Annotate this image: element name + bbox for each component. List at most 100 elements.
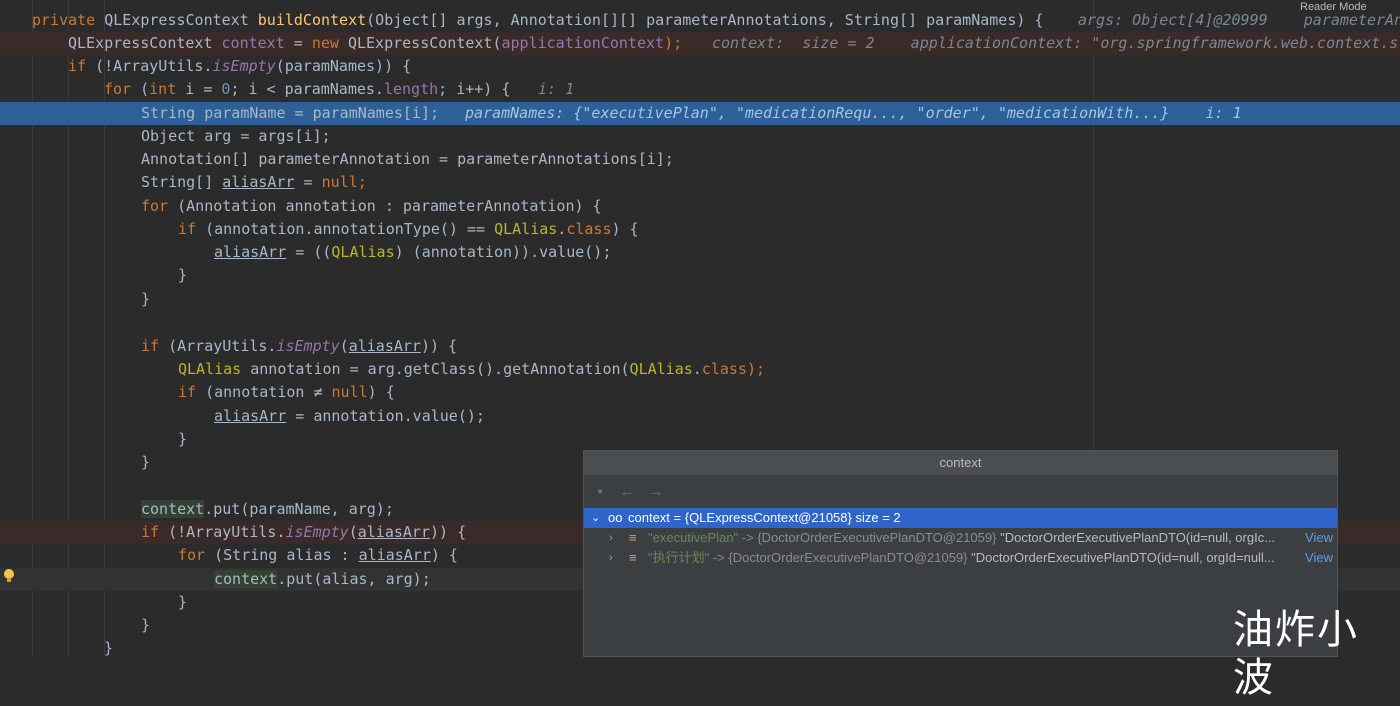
code-line-1[interactable]: private QLExpressContext buildContext(Ob…: [0, 9, 1400, 32]
code-text: annotation = arg.getClass().getAnnotatio…: [241, 360, 630, 378]
popup-toolbar: ▪ ← →: [584, 476, 1337, 508]
back-arrow-icon[interactable]: ←: [619, 484, 635, 500]
code-text: .: [692, 360, 702, 378]
code-text: ; i < paramNames.: [230, 80, 384, 98]
variable: context: [214, 570, 278, 588]
code-line-16[interactable]: if (annotation ≠ null) {: [0, 381, 1400, 404]
inline-debug-value: i: 1: [538, 80, 575, 98]
variable-inspector-popup[interactable]: context ▪ ← → ⌄ oo context = {QLExpressC…: [583, 450, 1338, 657]
code-text: ; i++) {: [438, 80, 511, 98]
chevron-right-icon[interactable]: ›: [609, 548, 613, 568]
tree-node-entry[interactable]: › ≡ "executivePlan" -> {DoctorOrderExecu…: [584, 528, 1337, 548]
annotation-type: QLAlias: [331, 243, 395, 261]
variable: context: [141, 500, 205, 518]
code-line-9[interactable]: for (Annotation annotation : parameterAn…: [0, 195, 1400, 218]
code-line-5-current[interactable]: String paramName = paramNames[i]; paramN…: [0, 102, 1400, 125]
code-line-8[interactable]: String[] aliasArr = null;: [0, 171, 1400, 194]
code-text: String paramName = paramNames[i];: [141, 104, 440, 122]
code-text: (annotation.annotationType() ==: [196, 220, 495, 238]
keyword: for: [104, 80, 132, 98]
code-line-6[interactable]: Object arg = args[i];: [0, 125, 1400, 148]
code-text: (: [339, 337, 349, 355]
forward-arrow-icon[interactable]: →: [648, 484, 664, 500]
tree-node-context[interactable]: ⌄ oo context = {QLExpressContext@21058} …: [584, 508, 1337, 528]
code-text: (!ArrayUtils.: [159, 523, 286, 541]
entry-value: "DoctorOrderExecutivePlanDTO(id=null, or…: [996, 530, 1276, 545]
code-line-17[interactable]: aliasArr = annotation.value();: [0, 405, 1400, 428]
entry-key: "执行计划": [648, 550, 710, 565]
variable: aliasArr: [358, 546, 431, 564]
code-text: QLExpressContext: [68, 34, 222, 52]
keyword: class: [701, 360, 747, 378]
code-text: (String alias :: [205, 546, 359, 564]
code-text: }: [178, 593, 188, 611]
field: length: [383, 80, 439, 98]
code-text: = annotation.value();: [286, 407, 485, 425]
code-text: );: [746, 360, 766, 378]
code-text: Annotation[] parameterAnnotation = param…: [141, 150, 674, 168]
keyword: for: [178, 546, 206, 564]
code-text: (!ArrayUtils.: [86, 57, 213, 75]
keyword: null: [331, 383, 368, 401]
keyword: new: [311, 34, 339, 52]
code-line-10[interactable]: if (annotation.annotationType() == QLAli…: [0, 218, 1400, 241]
variable: aliasArr: [348, 337, 421, 355]
code-text: .put(paramName, arg);: [204, 500, 394, 518]
code-line-2[interactable]: QLExpressContext context = new QLExpress…: [0, 32, 1400, 55]
keyword: int: [149, 80, 177, 98]
inline-debug-value: context: size = 2 applicationContext: "o…: [712, 34, 1399, 52]
static-method: isEmpty: [276, 337, 340, 355]
code-text: (annotation ≠: [196, 383, 332, 401]
code-line-15[interactable]: QLAlias annotation = arg.getClass().getA…: [0, 358, 1400, 381]
code-line-3[interactable]: if (!ArrayUtils.isEmpty(paramNames)) {: [0, 55, 1400, 78]
map-entry-icon: ≡: [629, 550, 637, 565]
code-text: ) {: [611, 220, 639, 238]
watermark: 油炸小波: [1233, 607, 1359, 701]
code-text: .put(alias, arg);: [277, 570, 431, 588]
type: QLExpressContext: [104, 11, 249, 29]
keyword: if: [178, 383, 197, 401]
code-line-14[interactable]: if (ArrayUtils.isEmpty(aliasArr)) {: [0, 335, 1400, 358]
field: applicationContext: [501, 34, 665, 52]
code-text: (: [348, 523, 358, 541]
annotation-type: QLAlias: [178, 360, 242, 378]
variable: context: [221, 34, 285, 52]
code-text: }: [141, 453, 151, 471]
code-line-7[interactable]: Annotation[] parameterAnnotation = param…: [0, 148, 1400, 171]
keyword: if: [141, 337, 160, 355]
code-text: QLExpressContext(: [338, 34, 502, 52]
popup-title[interactable]: context: [584, 451, 1337, 476]
code-text: }: [178, 266, 188, 284]
code-text: = ((: [286, 243, 332, 261]
entry-type: {DoctorOrderExecutivePlanDTO@21059}: [728, 550, 968, 565]
folder-icon[interactable]: ▪: [592, 484, 608, 500]
code-line-11[interactable]: aliasArr = ((QLAlias) (annotation)).valu…: [0, 241, 1400, 264]
code-text: =: [284, 34, 312, 52]
keyword: class: [566, 220, 612, 238]
method-name: buildContext: [257, 11, 367, 29]
code-text: );: [664, 34, 683, 52]
view-link[interactable]: View: [1305, 528, 1333, 548]
code-line-18[interactable]: }: [0, 428, 1400, 451]
keyword: null: [321, 173, 358, 191]
chevron-down-icon[interactable]: ⌄: [591, 508, 600, 528]
entry-arrow: ->: [709, 550, 729, 565]
view-link[interactable]: View: [1305, 548, 1333, 568]
inline-debug-value: paramNames: {"executivePlan", "medicatio…: [465, 104, 1242, 122]
variable: aliasArr: [214, 243, 287, 261]
code-text: String[]: [141, 173, 223, 191]
code-text: ) {: [367, 383, 395, 401]
code-line-12[interactable]: }: [0, 264, 1400, 287]
chevron-right-icon[interactable]: ›: [609, 528, 613, 548]
tree-node-entry[interactable]: › ≡ "执行计划" -> {DoctorOrderExecutivePlanD…: [584, 548, 1337, 568]
code-line-13[interactable]: }: [0, 288, 1400, 311]
inline-debug-value: args: Object[4]@20999 parameterAn: [1078, 11, 1400, 29]
lightbulb-icon[interactable]: [2, 568, 16, 584]
code-line-4[interactable]: for (int i = 0; i < paramNames.length; i…: [0, 78, 1400, 101]
map-entry-icon: ≡: [629, 530, 637, 545]
code-text: (: [131, 80, 150, 98]
code-text: ) {: [430, 546, 458, 564]
code-text: =: [294, 173, 322, 191]
code-text: Object arg = args[i];: [141, 127, 331, 145]
annotation-type: QLAlias: [494, 220, 558, 238]
